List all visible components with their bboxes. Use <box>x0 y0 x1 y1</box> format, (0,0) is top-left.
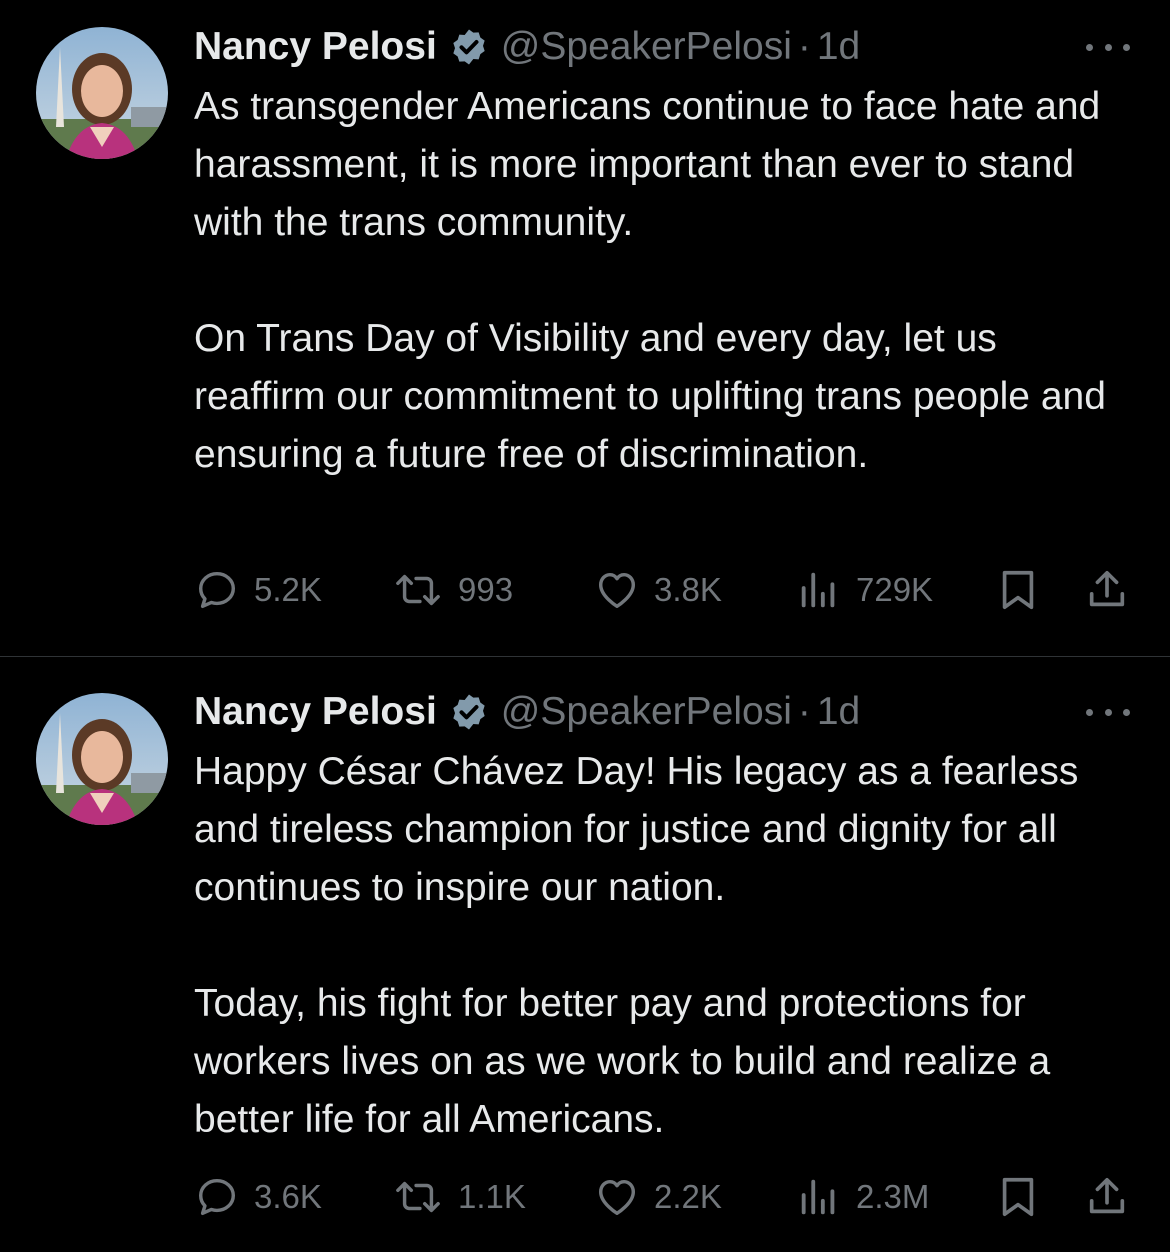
bar-chart-icon <box>801 1179 835 1215</box>
tweet[interactable]: Nancy Pelosi @SpeakerPelosi · 1d Happy C… <box>0 657 1170 1252</box>
tweet-header: Nancy Pelosi @SpeakerPelosi · 1d <box>194 22 860 72</box>
tweet-paragraph: Today, his fight for better pay and prot… <box>194 982 1051 1141</box>
avatar-image <box>36 693 168 825</box>
tweet-text: As transgender Americans continue to fac… <box>194 78 1134 484</box>
repost-button[interactable]: 1.1K <box>392 1173 526 1221</box>
bookmark-icon <box>1002 570 1034 610</box>
author-name[interactable]: Nancy Pelosi <box>194 690 437 734</box>
reply-count: 5.2K <box>254 571 322 608</box>
bar-chart-icon <box>801 572 835 608</box>
comment-bubble-icon <box>198 1178 236 1216</box>
retweet-arrows-icon <box>396 1181 440 1213</box>
like-count: 3.8K <box>654 571 722 608</box>
tweet-text: Happy César Chávez Day! His legacy as a … <box>194 743 1134 1149</box>
share-upload-icon <box>1089 570 1125 607</box>
share-button[interactable] <box>1084 566 1130 614</box>
share-upload-icon <box>1089 1177 1125 1214</box>
like-button[interactable]: 2.2K <box>594 1173 722 1221</box>
avatar[interactable] <box>36 693 168 825</box>
tweet-paragraph: Happy César Chávez Day! His legacy as a … <box>194 750 1079 909</box>
author-handle[interactable]: @SpeakerPelosi <box>501 25 792 69</box>
more-horizontal-icon[interactable] <box>1086 700 1130 724</box>
tweet-paragraph: As transgender Americans continue to fac… <box>194 85 1101 244</box>
views-count: 2.3M <box>856 1178 930 1215</box>
bookmark-button[interactable] <box>996 566 1040 614</box>
tweet-actions: 5.2K 993 3.8K 729K <box>194 566 1134 614</box>
repost-button[interactable]: 993 <box>392 566 513 614</box>
heart-icon <box>598 572 636 609</box>
tweet-actions: 3.6K 1.1K 2.2K 2.3M <box>194 1173 1134 1221</box>
share-button[interactable] <box>1084 1173 1130 1221</box>
header-separator: · <box>797 25 811 68</box>
heart-icon <box>598 1179 636 1216</box>
header-separator: · <box>797 690 811 733</box>
views-button[interactable]: 2.3M <box>796 1173 929 1221</box>
like-button[interactable]: 3.8K <box>594 566 722 614</box>
comment-bubble-icon <box>198 571 236 609</box>
bookmark-icon <box>1002 1177 1034 1217</box>
author-name[interactable]: Nancy Pelosi <box>194 25 437 69</box>
repost-count: 1.1K <box>458 1178 526 1215</box>
tweet-paragraph: On Trans Day of Visibility and every day… <box>194 317 1106 476</box>
tweet-timestamp[interactable]: 1d <box>817 25 860 69</box>
bookmark-button[interactable] <box>996 1173 1040 1221</box>
reply-button[interactable]: 5.2K <box>194 566 322 614</box>
verified-badge-icon <box>449 27 489 67</box>
author-handle[interactable]: @SpeakerPelosi <box>501 690 792 734</box>
tweet[interactable]: Nancy Pelosi @SpeakerPelosi · 1d As tran… <box>0 0 1170 656</box>
reply-count: 3.6K <box>254 1178 322 1215</box>
views-button[interactable]: 729K <box>796 566 933 614</box>
more-horizontal-icon[interactable] <box>1086 35 1130 59</box>
reply-button[interactable]: 3.6K <box>194 1173 322 1221</box>
repost-count: 993 <box>458 571 514 608</box>
timeline-feed: Nancy Pelosi @SpeakerPelosi · 1d As tran… <box>0 0 1170 1252</box>
avatar-image <box>36 27 168 159</box>
avatar[interactable] <box>36 27 168 159</box>
tweet-timestamp[interactable]: 1d <box>817 690 860 734</box>
verified-badge-icon <box>449 692 489 732</box>
like-count: 2.2K <box>654 1178 722 1215</box>
retweet-arrows-icon <box>396 574 440 606</box>
tweet-header: Nancy Pelosi @SpeakerPelosi · 1d <box>194 687 860 737</box>
views-count: 729K <box>856 571 934 608</box>
